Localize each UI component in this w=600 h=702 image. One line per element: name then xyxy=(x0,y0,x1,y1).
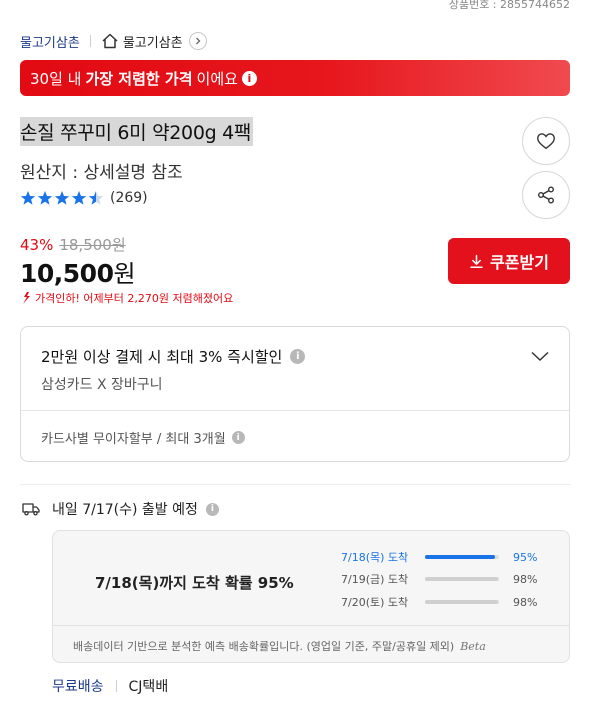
truck-icon xyxy=(22,503,40,516)
probability-fill xyxy=(425,600,498,604)
banner-highlight: 가장 저렴한 가격 xyxy=(85,69,193,88)
probability-date: 7/20(토) 도착 xyxy=(341,596,409,609)
card-benefit-title: 2만원 이상 결제 시 최대 3% 즉시할인 i xyxy=(41,346,306,367)
star-icon xyxy=(54,191,70,205)
shipping-method: 무료배송 CJ택배 xyxy=(52,676,168,696)
star-icon xyxy=(71,191,87,205)
probability-fill xyxy=(425,555,496,559)
section-divider xyxy=(20,484,570,485)
product-title: 손질 쭈꾸미 6미 약200g 4팩 xyxy=(20,117,254,146)
coupon-label: 쿠폰받기 xyxy=(490,253,549,272)
probability-fill xyxy=(425,577,498,581)
departure-text: 내일 7/17(수) 출발 예정 xyxy=(52,502,198,518)
review-count[interactable]: (269) xyxy=(110,190,148,206)
rating-stars xyxy=(20,190,105,206)
product-origin: 원산지 : 상세설명 참조 xyxy=(20,163,183,183)
rating[interactable]: (269) xyxy=(20,190,148,206)
star-half-icon xyxy=(88,191,104,205)
banner-prefix: 30일 내 xyxy=(30,69,82,88)
probability-date: 7/18(목) 도착 xyxy=(341,551,409,564)
arrival-note-text: 배송데이터 기반으로 분석한 예측 배송확률입니다. (영업일 기준, 주말/공… xyxy=(73,640,455,653)
share-icon xyxy=(538,186,554,204)
wishlist-button[interactable] xyxy=(522,117,570,165)
star-icon xyxy=(20,191,36,205)
card-benefit-box[interactable]: 2만원 이상 결제 시 최대 3% 즉시할인 i 삼성카드 X 장바구니 카드사… xyxy=(20,326,570,462)
share-button[interactable] xyxy=(522,171,570,219)
product-code: 상품번호 : 2855744652 xyxy=(448,0,570,11)
card-divider xyxy=(21,410,569,411)
sale-price: 10,500원 xyxy=(20,254,136,289)
home-icon[interactable] xyxy=(101,32,119,50)
probability-bar xyxy=(425,577,499,581)
chevron-right-icon[interactable] xyxy=(188,32,207,50)
probability-bar xyxy=(425,555,499,559)
breadcrumb-divider xyxy=(89,35,91,47)
probability-row: 7/20(토) 도착 98% xyxy=(341,594,543,610)
lowest-price-banner: 30일 내 가장 저렴한 가격 이에요 i xyxy=(20,60,570,96)
free-shipping-label: 무료배송 xyxy=(52,679,104,695)
probability-value: 98% xyxy=(513,595,538,609)
installment-info: 카드사별 무이자할부 / 최대 3개월 i xyxy=(41,428,245,447)
sale-price-unit: 원 xyxy=(113,260,136,288)
probability-row: 7/19(금) 도착 98% xyxy=(341,571,543,587)
breadcrumb-category[interactable]: 물고기삼촌 xyxy=(20,32,80,51)
arrival-divider xyxy=(53,625,569,626)
arrival-probability-box: 7/18(목)까지 도착 확률 95% 7/18(목) 도착 95% 7/19(… xyxy=(52,530,570,663)
breadcrumb: 물고기삼촌 물고기삼촌 xyxy=(20,31,207,51)
original-price: 18,500원 xyxy=(59,236,126,254)
discount-rate: 43% xyxy=(20,235,54,254)
banner-suffix: 이에요 xyxy=(196,69,238,88)
probability-value: 95% xyxy=(513,550,538,564)
info-icon[interactable]: i xyxy=(290,349,306,364)
sale-price-number: 10,500 xyxy=(20,259,114,288)
price-drop-text: 가격인하! 어제부터 2,270원 저렴해졌어요 xyxy=(35,292,234,305)
probability-value: 98% xyxy=(513,572,538,586)
coupon-download-button[interactable]: 쿠폰받기 xyxy=(448,238,570,284)
installment-text: 카드사별 무이자할부 / 최대 3개월 xyxy=(41,432,226,447)
heart-icon xyxy=(537,133,555,150)
card-benefit-text: 2만원 이상 결제 시 최대 3% 즉시할인 xyxy=(41,348,283,366)
arrival-headline: 7/18(목)까지 도착 확률 95% xyxy=(95,574,294,592)
chevron-down-icon[interactable] xyxy=(531,347,549,366)
card-benefit-subtitle: 삼성카드 X 장바구니 xyxy=(41,377,163,393)
store-name[interactable]: 물고기삼촌 xyxy=(123,32,183,51)
star-icon xyxy=(37,191,53,205)
beta-label: Beta xyxy=(460,640,486,653)
arrival-note: 배송데이터 기반으로 분석한 예측 배송확률입니다. (영업일 기준, 주말/공… xyxy=(73,638,486,654)
info-icon[interactable]: i xyxy=(205,502,219,516)
discount-row: 43% 18,500원 xyxy=(20,234,126,255)
download-icon xyxy=(470,254,483,268)
shipping-departure: 내일 7/17(수) 출발 예정 i xyxy=(22,499,219,519)
shipping-divider xyxy=(115,680,117,692)
probability-bar xyxy=(425,600,499,604)
arrow-down-icon xyxy=(23,292,30,304)
probability-date: 7/19(금) 도착 xyxy=(341,573,409,586)
info-icon[interactable]: i xyxy=(231,431,245,444)
courier-label: CJ택배 xyxy=(128,679,169,695)
price-drop-note: 가격인하! 어제부터 2,270원 저렴해졌어요 xyxy=(20,290,233,306)
probability-row: 7/18(목) 도착 95% xyxy=(341,549,543,565)
info-icon[interactable]: i xyxy=(241,70,257,86)
